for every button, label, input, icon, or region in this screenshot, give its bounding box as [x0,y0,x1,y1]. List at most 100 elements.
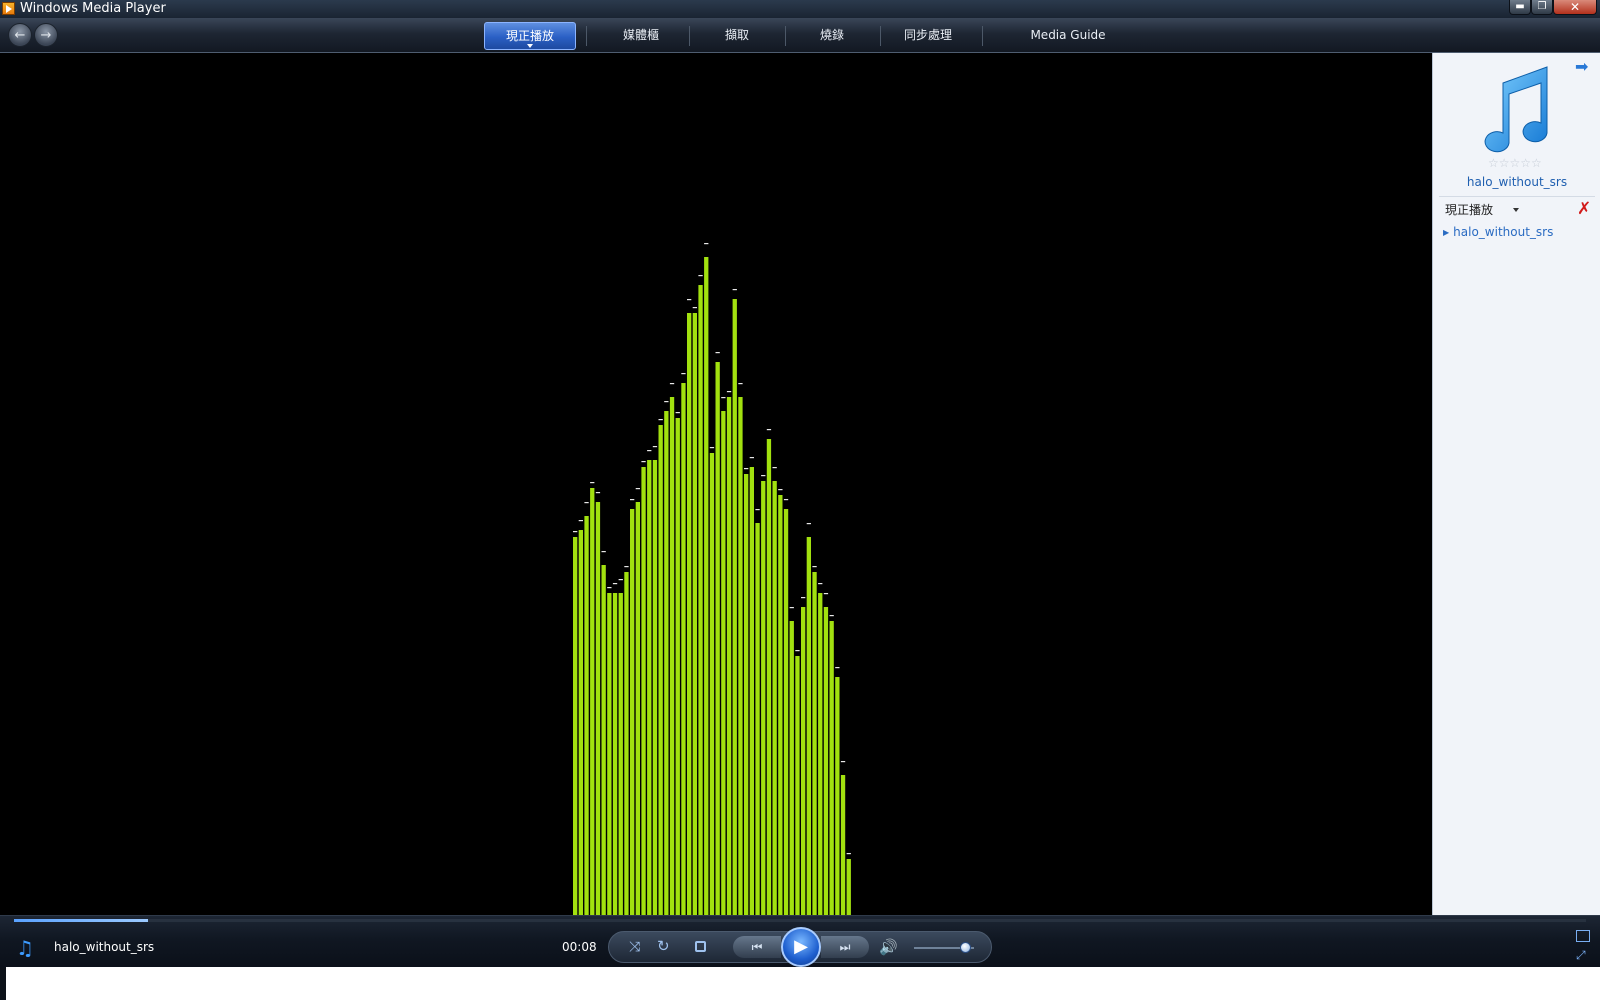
minimize-button[interactable]: ▬ [1509,0,1531,15]
spectrum-bar [664,411,669,915]
next-button[interactable]: ⏭ [821,936,869,958]
window-title: Windows Media Player [20,1,166,16]
spectrum-peak-marker [806,523,811,525]
spectrum-peak-marker [829,615,834,617]
tab-sync[interactable]: 同步處理 [890,22,966,50]
volume-slider-knob[interactable] [960,942,971,953]
spectrum-peak-marker [647,450,652,452]
clear-list-icon[interactable]: ✗ [1577,199,1591,219]
now-playing-icon: ♫ [16,936,34,960]
spectrum-bar [709,453,715,915]
tab-rip[interactable]: 擷取 [699,22,775,50]
spectrum-peak-marker [772,467,777,469]
pane-divider [1439,196,1595,197]
elapsed-time: 00:08 [562,940,597,954]
spectrum-peak-marker [812,566,817,568]
spectrum-peak-marker [732,289,737,291]
spectrum-peak-marker [630,499,635,501]
title-bar: Windows Media Player ▬ ❐ ✕ [0,0,1600,18]
spectrum-bar [647,460,652,915]
stop-button[interactable] [695,941,706,952]
playlist-item[interactable]: ▶ halo_without_srs [1443,225,1553,239]
spectrum-bar [818,593,823,915]
spectrum-peak-marker [761,475,766,477]
spectrum-peak-marker [607,587,612,589]
mute-button[interactable]: 🔊 [879,939,898,955]
spectrum-bar [573,537,578,915]
shuffle-button[interactable]: ⤨ [629,939,640,955]
spectrum-bar [584,516,589,915]
tab-separator [785,26,786,46]
playlist-dropdown-caret-icon[interactable] [1513,208,1519,212]
spectrum-peak-marker [818,583,823,585]
tab-burn[interactable]: 燒錄 [794,22,870,50]
tab-separator [880,26,881,46]
spectrum-peak-marker [698,275,703,277]
repeat-button[interactable]: ↻ [657,938,670,954]
spectrum-peak-marker [726,391,732,393]
spectrum-peak-marker [704,243,709,245]
playlist-dropdown[interactable]: 現正播放 [1445,201,1493,218]
spectrum-bar [823,607,829,915]
tab-library[interactable]: 媒體櫃 [603,22,679,50]
spectrum-peak-marker [624,566,629,568]
spectrum-peak-marker [744,468,749,470]
playlist-item-label: halo_without_srs [1453,225,1554,239]
full-screen-icon[interactable]: ⤢ [1576,948,1586,963]
hide-pane-arrow-icon[interactable]: ➡ [1575,57,1588,76]
spectrum-bar [612,593,618,915]
spectrum-peak-marker [715,352,720,354]
current-item-indicator-icon: ▶ [1443,228,1450,237]
spectrum-bar [595,502,601,915]
spectrum-peak-marker [783,499,789,501]
spectrum-bar [840,775,846,915]
spectrum-bar [732,299,737,915]
spectrum-bar [846,859,851,915]
spectrum-bar [795,656,800,915]
spectrum-peak-marker [573,531,578,533]
back-button[interactable]: ← [8,23,32,47]
spectrum-peak-marker [789,607,794,609]
spectrum-bar [681,383,686,915]
spectrum-bar [618,593,623,915]
spectrum-peak-marker [795,650,800,652]
spectrum-visualization [573,243,851,915]
tab-separator [586,26,587,46]
spectrum-bar [829,621,834,915]
spectrum-bar [601,565,606,915]
spectrum-bar [749,467,754,915]
spectrum-bar [715,362,720,915]
seek-bar[interactable] [14,919,1586,922]
tab-media-guide[interactable]: Media Guide [1010,22,1126,50]
tab-now-playing-label: 現正播放 [505,29,554,43]
previous-button[interactable]: ⏮ [733,936,781,958]
spectrum-peak-marker [681,373,686,375]
tab-separator [689,26,690,46]
spectrum-peak-marker [664,401,669,403]
play-button[interactable]: ▶ [781,927,821,967]
spectrum-bar [812,572,817,915]
spectrum-bar [635,502,640,915]
music-note-icon [1484,66,1548,153]
spectrum-bar [590,488,595,915]
spectrum-bar [607,593,612,915]
visualization-area[interactable] [0,53,1432,915]
spectrum-peak-marker [635,488,640,490]
maximize-button[interactable]: ❐ [1531,0,1553,15]
spectrum-peak-marker [755,509,760,511]
switch-to-skin-button[interactable] [1576,930,1590,942]
tab-menu-caret-icon[interactable] [527,44,533,48]
window-bottom-area [0,967,1600,1000]
spectrum-peak-marker [692,307,697,309]
spectrum-bar [641,467,646,915]
list-pane: ➡ ☆☆☆☆☆ halo_without_srs 現正播放 ✗ ▶ halo_wi… [1432,53,1600,915]
spectrum-peak-marker [612,583,618,585]
spectrum-bar [721,411,726,915]
forward-button[interactable]: → [34,23,58,47]
album-track-title[interactable]: halo_without_srs [1433,175,1600,189]
close-button[interactable]: ✕ [1553,0,1597,15]
star-rating[interactable]: ☆☆☆☆☆ [1488,156,1542,170]
tab-now-playing[interactable]: 現正播放 [484,22,576,50]
spectrum-bar [738,397,743,915]
spectrum-bar [783,509,789,915]
